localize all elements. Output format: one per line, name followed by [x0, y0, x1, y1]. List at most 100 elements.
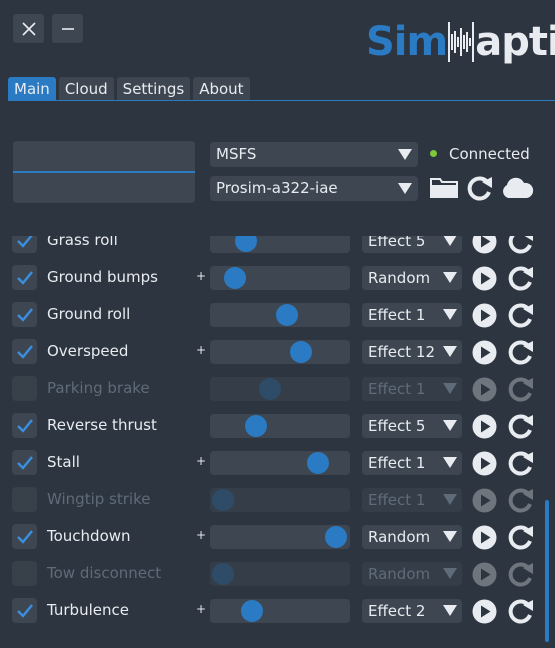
slider-knob[interactable] — [211, 489, 234, 511]
plus-marker: + — [196, 343, 207, 357]
play-icon[interactable] — [472, 340, 497, 365]
profile-select[interactable]: Prosim-a322-iae — [210, 176, 418, 201]
effect-select[interactable]: Effect 5 — [362, 236, 462, 253]
effect-intensity-slider[interactable] — [210, 303, 350, 327]
effect-label: Tow disconnect — [47, 564, 162, 582]
effect-select[interactable]: Effect 12 — [362, 340, 462, 364]
play-icon[interactable] — [472, 525, 497, 550]
effect-select[interactable]: Effect 1 — [362, 451, 462, 475]
effect-checkbox[interactable] — [12, 236, 37, 253]
effect-select[interactable]: Effect 1 — [362, 303, 462, 327]
tab-about[interactable]: About — [193, 77, 250, 100]
effect-row: Overspeed + Effect 12 — [0, 334, 555, 371]
slider-knob[interactable] — [306, 452, 329, 474]
slider-knob[interactable] — [235, 236, 258, 252]
play-icon[interactable] — [472, 303, 497, 328]
effect-intensity-slider[interactable] — [210, 414, 350, 438]
effect-checkbox[interactable] — [12, 598, 37, 623]
effect-select[interactable]: Effect 5 — [362, 414, 462, 438]
play-icon[interactable] — [472, 377, 497, 402]
play-icon[interactable] — [472, 266, 497, 291]
slider-knob[interactable] — [259, 378, 282, 400]
effect-select-value: Effect 1 — [368, 491, 426, 509]
effect-intensity-slider[interactable] — [210, 451, 350, 475]
reload-icon[interactable] — [507, 561, 535, 587]
effect-checkbox[interactable] — [12, 413, 37, 438]
effect-select[interactable]: Effect 1 — [362, 377, 462, 401]
effect-intensity-slider[interactable] — [210, 488, 350, 512]
effect-checkbox[interactable] — [12, 524, 37, 549]
status-indicator — [430, 150, 437, 157]
effect-intensity-slider[interactable] — [210, 377, 350, 401]
tab-cloud[interactable]: Cloud — [58, 77, 114, 100]
play-icon[interactable] — [472, 414, 497, 439]
reload-icon[interactable] — [507, 339, 535, 365]
play-icon[interactable] — [472, 488, 497, 513]
effect-intensity-slider[interactable] — [210, 266, 350, 290]
effect-select[interactable]: Effect 2 — [362, 599, 462, 623]
slider-knob[interactable] — [276, 304, 298, 326]
effect-checkbox[interactable] — [12, 561, 37, 586]
effect-checkbox[interactable] — [12, 487, 37, 512]
slider-knob[interactable] — [325, 526, 347, 548]
effect-select-value: Effect 5 — [368, 417, 426, 435]
logo-wave-h — [448, 22, 475, 62]
slider-knob[interactable] — [245, 415, 268, 437]
chevron-down-icon — [443, 309, 457, 320]
reload-icon[interactable] — [507, 302, 535, 328]
tab-main[interactable]: Main — [8, 77, 56, 100]
effect-checkbox[interactable] — [12, 302, 37, 327]
effect-select[interactable]: Random — [362, 266, 462, 290]
close-button[interactable] — [13, 14, 44, 43]
reload-icon[interactable] — [507, 236, 535, 254]
effect-intensity-slider[interactable] — [210, 340, 350, 364]
slider-knob[interactable] — [211, 563, 234, 585]
tab-settings[interactable]: Settings — [116, 77, 191, 100]
effects-list: Grass roll Effect 5 Ground bumps + Random Gro… — [0, 236, 555, 648]
effect-select-value: Random — [368, 269, 431, 287]
effect-checkbox[interactable] — [12, 339, 37, 364]
reload-icon[interactable] — [507, 487, 535, 513]
close-icon — [21, 21, 36, 36]
reload-icon[interactable] — [507, 265, 535, 291]
scrollbar[interactable] — [545, 500, 549, 642]
effect-select[interactable]: Random — [362, 562, 462, 586]
play-icon[interactable] — [472, 562, 497, 587]
reload-icon[interactable] — [466, 175, 494, 201]
info-textbox[interactable] — [13, 141, 195, 203]
play-icon[interactable] — [472, 236, 497, 254]
reload-icon[interactable] — [507, 598, 535, 624]
chevron-down-icon — [443, 457, 457, 468]
reload-icon[interactable] — [507, 450, 535, 476]
minimize-button[interactable] — [52, 14, 83, 43]
effect-intensity-slider[interactable] — [210, 236, 350, 253]
effect-checkbox[interactable] — [12, 376, 37, 401]
reload-icon[interactable] — [507, 376, 535, 402]
reload-icon[interactable] — [507, 413, 535, 439]
slider-knob[interactable] — [241, 600, 263, 622]
slider-knob[interactable] — [224, 267, 247, 289]
cloud-icon[interactable] — [500, 177, 534, 199]
simulator-select-value: MSFS — [216, 145, 257, 163]
effect-label: Ground roll — [47, 305, 131, 323]
effect-intensity-slider[interactable] — [210, 525, 350, 549]
play-icon[interactable] — [472, 451, 497, 476]
effect-checkbox[interactable] — [12, 450, 37, 475]
effect-row: Turbulence + Effect 2 — [0, 593, 555, 630]
chevron-down-icon — [398, 149, 412, 160]
tab-bar: Main Cloud Settings About — [8, 77, 250, 100]
effect-select[interactable]: Effect 1 — [362, 488, 462, 512]
effect-select-value: Effect 5 — [368, 236, 426, 250]
effect-select[interactable]: Random — [362, 525, 462, 549]
effect-row: Ground roll Effect 1 — [0, 297, 555, 334]
simulator-select[interactable]: MSFS — [210, 142, 418, 167]
play-icon[interactable] — [472, 599, 497, 624]
slider-knob[interactable] — [290, 341, 312, 363]
effect-intensity-slider[interactable] — [210, 599, 350, 623]
effect-checkbox[interactable] — [12, 265, 37, 290]
folder-icon[interactable] — [430, 175, 458, 199]
profile-select-value: Prosim-a322-iae — [216, 179, 338, 197]
effect-select-value: Effect 12 — [368, 343, 436, 361]
reload-icon[interactable] — [507, 524, 535, 550]
effect-intensity-slider[interactable] — [210, 562, 350, 586]
